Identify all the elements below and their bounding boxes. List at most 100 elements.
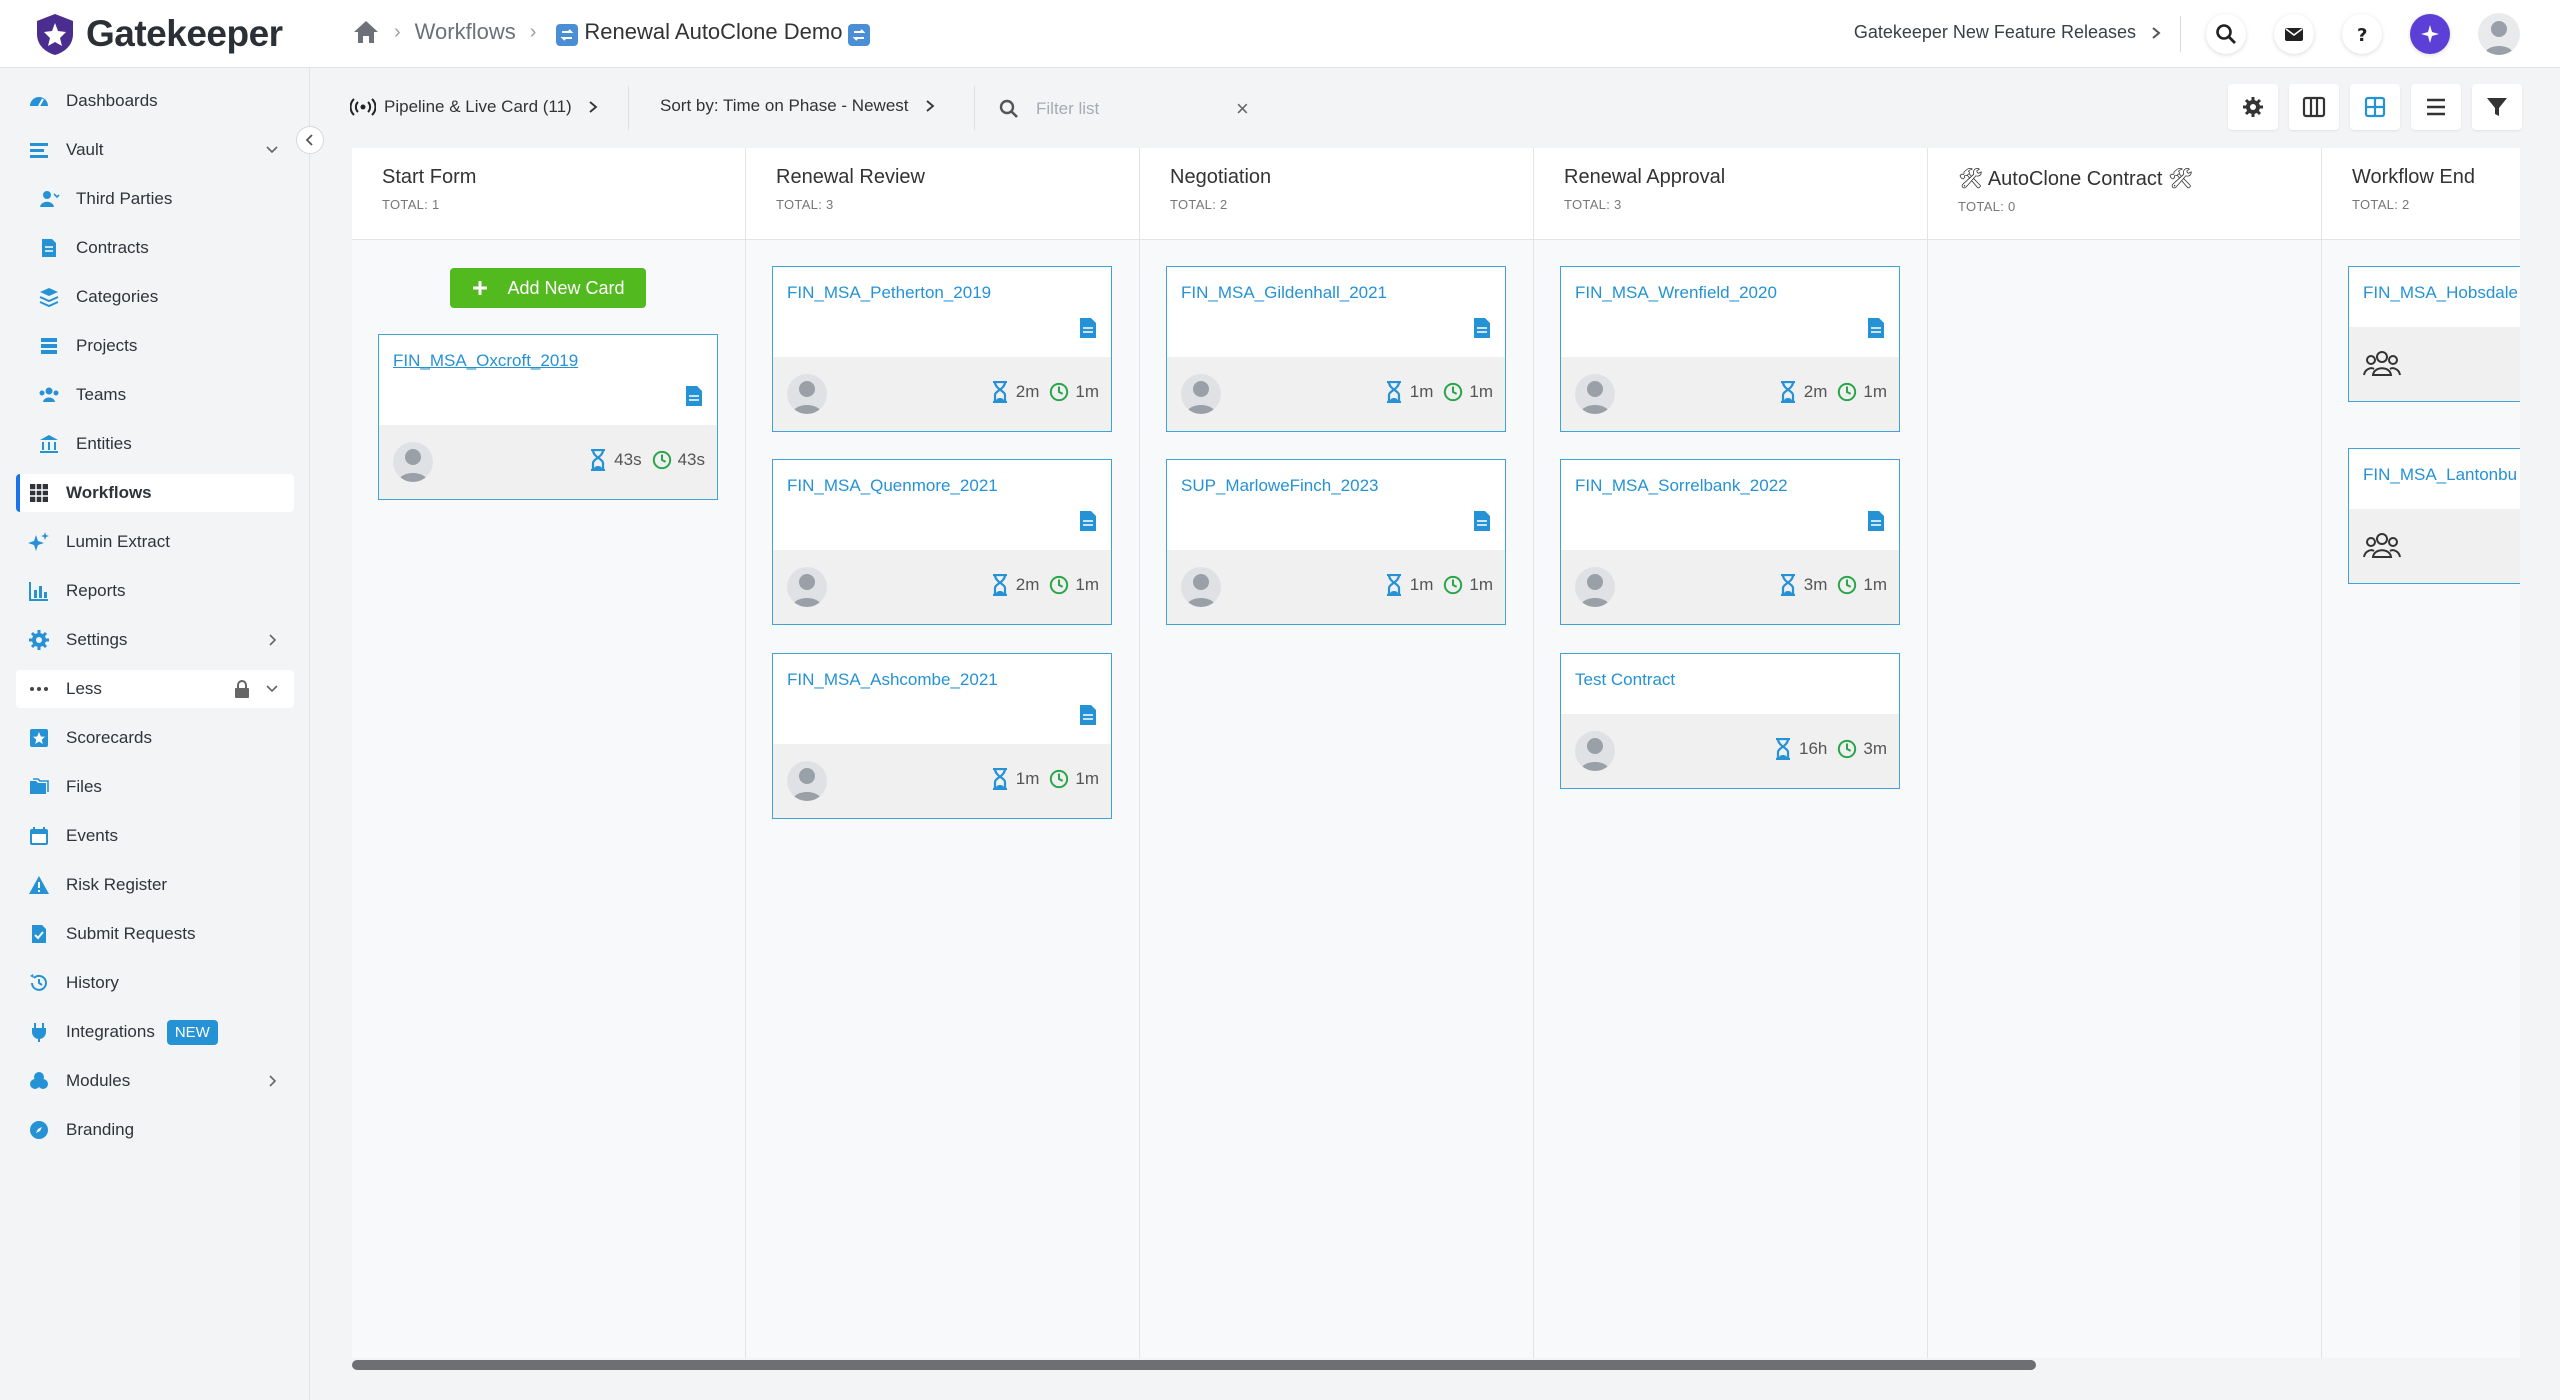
files-icon: [28, 776, 50, 798]
assignee-avatar[interactable]: [787, 567, 827, 607]
search-icon: [999, 99, 1018, 118]
sidebar-item-scorecards[interactable]: Scorecards: [16, 719, 294, 757]
document-icon: [38, 237, 60, 259]
card-title[interactable]: FIN_MSA_Gildenhall_2021: [1181, 283, 1505, 303]
list-icon: [2427, 98, 2445, 116]
sort-selector[interactable]: Sort by: Time on Phase - Newest: [660, 96, 937, 116]
help-button[interactable]: ?: [2342, 14, 2382, 54]
list-view-button[interactable]: [2411, 84, 2461, 130]
workflow-card[interactable]: FIN_MSA_Lantonbu: [2348, 448, 2520, 584]
home-icon[interactable]: [352, 18, 380, 46]
card-title[interactable]: FIN_MSA_Lantonbu: [2363, 465, 2520, 485]
ai-assistant-button[interactable]: [2410, 14, 2450, 54]
user-avatar[interactable]: [2478, 13, 2520, 55]
sidebar-item-lumin-extract[interactable]: Lumin Extract: [16, 523, 294, 561]
workflow-card[interactable]: FIN_MSA_Sorrelbank_2022 3m 1m: [1560, 459, 1900, 625]
sidebar-item-label: Risk Register: [66, 875, 168, 894]
filter-list-input[interactable]: Filter list ×: [998, 90, 1268, 128]
card-title[interactable]: FIN_MSA_Ashcombe_2021: [787, 670, 1111, 690]
sidebar-item-label: Projects: [76, 336, 138, 355]
card-title[interactable]: SUP_MarloweFinch_2023: [1181, 476, 1505, 496]
sidebar-item-workflows[interactable]: Workflows: [16, 474, 294, 512]
assignee-avatar[interactable]: [787, 761, 827, 801]
pipeline-selector[interactable]: Pipeline & Live Card (11): [350, 96, 600, 118]
assignee-avatar[interactable]: [393, 442, 433, 482]
sidebar-item-reports[interactable]: Reports: [16, 572, 294, 610]
document-icon[interactable]: [1079, 317, 1097, 339]
sidebar-item-label: Contracts: [76, 238, 149, 257]
app-logo[interactable]: Gatekeeper: [34, 12, 283, 56]
sidebar-item-branding[interactable]: Branding: [16, 1111, 294, 1149]
search-button[interactable]: [2206, 14, 2246, 54]
assignee-avatar[interactable]: [1575, 374, 1615, 414]
sidebar-item-files[interactable]: Files: [16, 768, 294, 806]
sidebar-item-modules[interactable]: Modules: [16, 1062, 294, 1100]
workflow-card[interactable]: FIN_MSA_Gildenhall_2021 1m 1m: [1166, 266, 1506, 432]
list-icon: [38, 335, 60, 357]
grid-view-button[interactable]: [2350, 84, 2400, 130]
history-icon: [28, 972, 50, 994]
breadcrumb-workflows[interactable]: Workflows: [415, 19, 516, 45]
assignee-avatar[interactable]: [1181, 567, 1221, 607]
document-icon[interactable]: [1079, 510, 1097, 532]
horizontal-scrollbar-thumb[interactable]: [352, 1360, 2036, 1370]
sidebar-collapse-button[interactable]: [296, 126, 324, 154]
sidebar-item-projects[interactable]: Projects: [16, 327, 294, 365]
filter-button[interactable]: [2472, 84, 2522, 130]
question-icon: ?: [2357, 25, 2367, 45]
sidebar-item-teams[interactable]: Teams: [16, 376, 294, 414]
assignee-avatar[interactable]: [1575, 731, 1615, 771]
document-icon[interactable]: [1867, 317, 1885, 339]
sidebar-item-dashboards[interactable]: Dashboards: [16, 82, 294, 120]
card-title[interactable]: FIN_MSA_Oxcroft_2019: [393, 351, 717, 371]
workflow-card[interactable]: FIN_MSA_Quenmore_2021 2m 1m: [772, 459, 1112, 625]
document-icon[interactable]: [1867, 510, 1885, 532]
assignee-avatar[interactable]: [1181, 374, 1221, 414]
lock-icon[interactable]: [232, 679, 252, 699]
sidebar-item-submit-requests[interactable]: Submit Requests: [16, 915, 294, 953]
add-new-card-button[interactable]: Add New Card: [450, 268, 646, 308]
time-total: 1m: [1075, 769, 1099, 788]
workflow-card[interactable]: FIN_MSA_Petherton_2019 2m 1m: [772, 266, 1112, 432]
feature-releases-link[interactable]: Gatekeeper New Feature Releases: [1854, 22, 2162, 43]
clock-icon: [1444, 382, 1463, 402]
document-icon[interactable]: [1079, 704, 1097, 726]
document-icon[interactable]: [1473, 317, 1491, 339]
card-title[interactable]: FIN_MSA_Wrenfield_2020: [1575, 283, 1899, 303]
assignee-avatar[interactable]: [787, 374, 827, 414]
sidebar-item-categories[interactable]: Categories: [16, 278, 294, 316]
sidebar-item-vault[interactable]: Vault: [16, 131, 294, 169]
workflow-card[interactable]: SUP_MarloweFinch_2023 1m 1m: [1166, 459, 1506, 625]
card-title[interactable]: FIN_MSA_Petherton_2019: [787, 283, 1111, 303]
sidebar-item-less[interactable]: Less: [16, 670, 294, 708]
clear-filter-icon[interactable]: ×: [1236, 96, 1249, 122]
messages-button[interactable]: [2274, 14, 2314, 54]
card-title[interactable]: Test Contract: [1575, 670, 1899, 690]
document-icon[interactable]: [685, 385, 703, 407]
card-title[interactable]: FIN_MSA_Quenmore_2021: [787, 476, 1111, 496]
sidebar-item-integrations[interactable]: Integrations NEW: [16, 1013, 294, 1051]
workflow-card[interactable]: FIN_MSA_Hobsdale: [2348, 266, 2520, 402]
assignee-avatar[interactable]: [1575, 567, 1615, 607]
document-icon[interactable]: [1473, 510, 1491, 532]
sidebar-item-contracts[interactable]: Contracts: [16, 229, 294, 267]
column-header: Renewal Approval TOTAL: 3: [1534, 148, 1927, 240]
sidebar-item-entities[interactable]: Entities: [16, 425, 294, 463]
layers-icon: [38, 286, 60, 308]
workflow-card[interactable]: FIN_MSA_Ashcombe_2021 1m 1m: [772, 653, 1112, 819]
sidebar-item-third-parties[interactable]: Third Parties: [16, 180, 294, 218]
sidebar-item-events[interactable]: Events: [16, 817, 294, 855]
funnel-icon: [2487, 98, 2507, 116]
workflow-card[interactable]: FIN_MSA_Wrenfield_2020 2m 1m: [1560, 266, 1900, 432]
columns-view-button[interactable]: [2289, 84, 2339, 130]
board-settings-button[interactable]: [2228, 84, 2278, 130]
sidebar-item-settings[interactable]: Settings: [16, 621, 294, 659]
card-title[interactable]: FIN_MSA_Hobsdale: [2363, 283, 2520, 303]
workflow-card[interactable]: FIN_MSA_Oxcroft_2019 43s 43s: [378, 334, 718, 500]
card-title[interactable]: FIN_MSA_Sorrelbank_2022: [1575, 476, 1899, 496]
workflow-card[interactable]: Test Contract 16h 3m: [1560, 653, 1900, 789]
sidebar-item-risk-register[interactable]: Risk Register: [16, 866, 294, 904]
column-renewal-approval: Renewal Approval TOTAL: 3 FIN_MSA_Wrenfi…: [1534, 148, 1928, 1358]
sidebar-item-history[interactable]: History: [16, 964, 294, 1002]
group-icon: [2363, 533, 2401, 558]
